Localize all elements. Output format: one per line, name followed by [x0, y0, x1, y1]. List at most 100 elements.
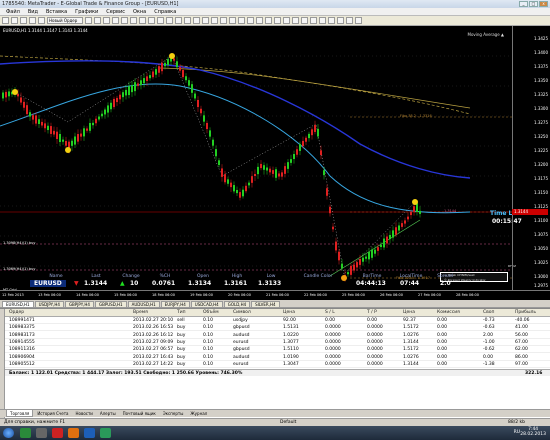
w1-period-button[interactable]	[346, 17, 353, 24]
tab-usdjpy-h4[interactable]: USDJPY,H4	[34, 301, 64, 307]
col-symbol[interactable]: Символ	[233, 310, 251, 315]
tile-windows-icon[interactable]	[139, 17, 146, 24]
candle-body	[413, 206, 415, 212]
menu-tools[interactable]: Сервис	[106, 9, 125, 15]
menu-file[interactable]: Файл	[6, 9, 20, 15]
col-swap[interactable]: Своп	[483, 310, 495, 315]
tab-experts[interactable]: Эксперты	[160, 410, 187, 417]
firefox-icon[interactable]	[68, 428, 79, 438]
h1-period-button[interactable]	[319, 17, 326, 24]
order-row[interactable]: 108991471 2013.02.27 20:10 sell 0.10 usdjpy 9…	[5, 317, 550, 324]
autoscroll-icon[interactable]	[148, 17, 155, 24]
utorrent-icon[interactable]	[20, 428, 31, 438]
menu-windows[interactable]: Окна	[133, 9, 146, 15]
chart-window[interactable]: EURUSD,H1 1.3144 1.3147 1.3143 1.3144 Mo…	[0, 26, 550, 300]
media-player-icon[interactable]	[36, 428, 47, 438]
profiles-icon[interactable]	[11, 17, 18, 24]
navigator-icon[interactable]	[29, 17, 36, 24]
indicators-icon[interactable]	[166, 17, 173, 24]
tab-audusd-h1[interactable]: AUDUSD,H1	[127, 301, 160, 307]
cursor-icon[interactable]	[193, 17, 200, 24]
word-icon[interactable]	[84, 428, 95, 438]
market-watch-icon[interactable]	[20, 17, 27, 24]
metatrader-icon[interactable]	[100, 428, 111, 438]
equidistant-channel-icon[interactable]	[238, 17, 245, 24]
tab-account-history[interactable]: История Счета	[34, 410, 71, 417]
menu-insert[interactable]: Вставка	[46, 9, 67, 15]
line-chart-icon[interactable]	[112, 17, 119, 24]
zoom-in-icon[interactable]	[121, 17, 128, 24]
trendline-icon[interactable]	[229, 17, 236, 24]
order-row[interactable]: 108906904 2013.02.27 16:43 buy 0.10 audusd 1.…	[5, 354, 550, 361]
tab-gbpusd-h1[interactable]: GBPUSD,H1	[94, 301, 127, 307]
bar-chart-icon[interactable]	[94, 17, 101, 24]
order-cell-commission: 0.00	[437, 347, 448, 353]
vertical-line-icon[interactable]	[211, 17, 218, 24]
col-volume[interactable]: Объём	[203, 310, 219, 315]
candle-body	[182, 70, 184, 78]
expert-advisors-icon[interactable]	[85, 17, 92, 24]
templates-icon[interactable]	[184, 17, 191, 24]
order-row[interactable]: 108914555 2013.02.27 09:09 buy 0.10 eurusd 1.…	[5, 339, 550, 346]
candles	[2, 54, 421, 282]
col-tp[interactable]: T / P	[367, 310, 377, 315]
menu-charts[interactable]: Графики	[75, 9, 98, 15]
col-type[interactable]: Тип	[177, 310, 186, 315]
tab-silver-h4[interactable]: SILVER,H4	[251, 301, 280, 307]
col-order[interactable]: Ордер	[9, 310, 24, 315]
col-price[interactable]: Цена	[283, 310, 295, 315]
tab-gbpjpy-h4[interactable]: GBPJPY,H4	[64, 301, 94, 307]
new-chart-icon[interactable]	[2, 17, 9, 24]
text-icon[interactable]	[256, 17, 263, 24]
zoom-out-icon[interactable]	[130, 17, 137, 24]
chart-shift-icon[interactable]	[157, 17, 164, 24]
candlestick-icon[interactable]	[103, 17, 110, 24]
h4-period-button[interactable]	[328, 17, 335, 24]
tab-journal[interactable]: Журнал	[187, 410, 210, 417]
horizontal-line-icon[interactable]	[220, 17, 227, 24]
tab-news[interactable]: Новости	[73, 410, 96, 417]
tab-trade[interactable]: Торговля	[6, 410, 34, 417]
close-button[interactable]: x	[539, 1, 548, 7]
col-sl[interactable]: S / L	[325, 310, 335, 315]
order-row[interactable]: 108911316 2013.02.27 06:57 buy 0.10 gbpusd 1.…	[5, 346, 550, 354]
periods-icon[interactable]	[175, 17, 182, 24]
language-indicator[interactable]: RU	[514, 430, 520, 435]
clock[interactable]: 7:44 28.02.2013	[520, 427, 546, 437]
m15-period-button[interactable]	[301, 17, 308, 24]
m5-period-button[interactable]	[292, 17, 299, 24]
order-row[interactable]: 108983173 2013.02.26 16:12 buy 0.10 audusd 1.…	[5, 332, 550, 339]
price-chart-canvas[interactable]	[0, 26, 512, 290]
maximize-button[interactable]: □	[529, 1, 538, 7]
col-time[interactable]: Время	[133, 310, 148, 315]
minimize-button[interactable]: _	[519, 1, 528, 7]
time-axis[interactable]: 12 Feb 2013 13 Feb 06:00 14 Feb 06:00 15…	[0, 290, 550, 300]
menu-view[interactable]: Вид	[28, 9, 38, 15]
col-cur-price[interactable]: Цена	[403, 310, 415, 315]
tab-mailbox[interactable]: Почтовый ящик	[120, 410, 159, 417]
m30-period-button[interactable]	[310, 17, 317, 24]
terminal-icon[interactable]	[38, 17, 45, 24]
start-button-icon[interactable]	[3, 428, 14, 438]
tab-gold-h4[interactable]: GOLD,H4	[223, 301, 251, 307]
info-local-time: 07:44	[400, 280, 420, 287]
arrows-icon[interactable]	[274, 17, 281, 24]
tab-eurjpy-h4[interactable]: EURJPY,H4	[160, 301, 190, 307]
d1-period-button[interactable]	[337, 17, 344, 24]
tab-eurusd-h1[interactable]: EURUSD,H1	[2, 301, 34, 307]
order-row[interactable]: 108983375 2013.02.26 16:53 buy 0.10 gbpusd 1.…	[5, 324, 550, 332]
col-profit[interactable]: Прибыль	[515, 310, 536, 315]
new-order-button[interactable]: Новый Ордер	[47, 17, 83, 24]
fibonacci-icon[interactable]	[247, 17, 254, 24]
mn-period-button[interactable]	[355, 17, 362, 24]
price-axis[interactable]: 1.3425 1.3400 1.3375 1.3350 1.3325 1.330…	[512, 26, 550, 290]
col-commission[interactable]: Комиссия	[437, 310, 460, 315]
browser-icon[interactable]	[52, 428, 63, 438]
m1-period-button[interactable]	[283, 17, 290, 24]
order-row[interactable]: 108905512 2013.02.27 14:22 buy 0.10 eurusd 1.…	[5, 361, 550, 368]
text-label-icon[interactable]	[265, 17, 272, 24]
tab-usdcad-h4[interactable]: USDCAD,H4	[190, 301, 223, 307]
tab-alerts[interactable]: Алерты	[97, 410, 119, 417]
crosshair-icon[interactable]	[202, 17, 209, 24]
menu-help[interactable]: Справка	[154, 9, 176, 15]
